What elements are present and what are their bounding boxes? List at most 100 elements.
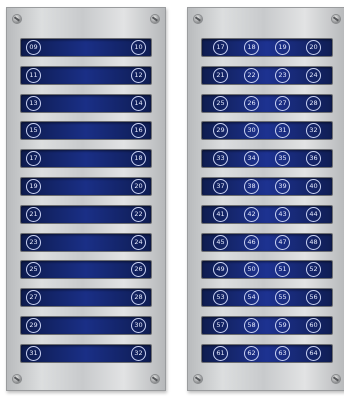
call-button[interactable]: 26 [131,262,146,278]
call-button[interactable]: 30 [244,123,259,139]
call-button[interactable]: 28 [306,95,321,111]
call-button[interactable]: 47 [275,234,290,250]
button-strip: 41 42 43 44 [201,204,333,224]
call-button[interactable]: 28 [131,290,146,306]
call-button[interactable]: 16 [131,123,146,139]
button-strip: 11 12 [20,65,152,85]
button-strip: 61 62 63 64 [201,343,333,363]
button-strip: 25 26 27 28 [201,93,333,113]
call-button[interactable]: 23 [275,67,290,83]
call-button[interactable]: 32 [131,345,146,361]
call-button[interactable]: 59 [275,317,290,333]
button-strip: 25 26 [20,260,152,280]
call-button[interactable]: 29 [213,123,228,139]
call-button[interactable]: 36 [306,151,321,167]
button-strip: 37 38 39 40 [201,176,333,196]
call-button[interactable]: 25 [26,262,41,278]
screw-icon [194,15,202,23]
call-button[interactable]: 43 [275,206,290,222]
call-button[interactable]: 26 [244,95,259,111]
call-button[interactable]: 21 [26,206,41,222]
call-button[interactable]: 34 [244,151,259,167]
call-button[interactable]: 30 [131,317,146,333]
call-button[interactable]: 49 [213,262,228,278]
button-strip: 09 10 [20,38,152,57]
button-strip: 53 54 55 56 [201,288,333,308]
call-button[interactable]: 46 [244,234,259,250]
call-button[interactable]: 64 [306,345,321,361]
call-button[interactable]: 54 [244,290,259,306]
call-button[interactable]: 52 [306,262,321,278]
button-rows-left: 09 10 11 12 13 14 15 16 17 18 19 20 21 22 23 24 25 26 27 28… [20,38,152,372]
call-button[interactable]: 18 [131,151,146,167]
call-button[interactable]: 55 [275,290,290,306]
button-strip: 49 50 51 52 [201,260,333,280]
call-button[interactable]: 14 [131,95,146,111]
call-button[interactable]: 63 [275,345,290,361]
call-button[interactable]: 09 [26,40,41,55]
call-button[interactable]: 29 [26,317,41,333]
call-button[interactable]: 31 [275,123,290,139]
call-button[interactable]: 18 [244,40,259,55]
screw-icon [194,375,202,383]
call-button[interactable]: 41 [213,206,228,222]
call-button[interactable]: 21 [213,67,228,83]
button-strip: 21 22 23 24 [201,65,333,85]
call-button[interactable]: 51 [275,262,290,278]
call-button[interactable]: 27 [275,95,290,111]
call-button[interactable]: 57 [213,317,228,333]
call-button[interactable]: 20 [306,40,321,55]
call-button[interactable]: 19 [275,40,290,55]
call-button[interactable]: 23 [26,234,41,250]
call-button[interactable]: 12 [131,67,146,83]
call-button[interactable]: 15 [26,123,41,139]
screw-icon [151,375,159,383]
button-strip: 17 18 19 20 [201,38,333,57]
call-button[interactable]: 22 [244,67,259,83]
call-button[interactable]: 45 [213,234,228,250]
button-strip: 45 46 47 48 [201,232,333,252]
call-button[interactable]: 53 [213,290,228,306]
screw-icon [13,375,21,383]
button-strip: 15 16 [20,121,152,141]
button-strip: 29 30 31 32 [201,121,333,141]
call-button[interactable]: 60 [306,317,321,333]
call-button[interactable]: 33 [213,151,228,167]
call-button[interactable]: 25 [213,95,228,111]
call-button[interactable]: 56 [306,290,321,306]
call-button[interactable]: 10 [131,40,146,55]
screw-icon [151,15,159,23]
call-button[interactable]: 39 [275,178,290,194]
call-button[interactable]: 48 [306,234,321,250]
call-button[interactable]: 42 [244,206,259,222]
button-rows-right: 17 18 19 20 21 22 23 24 25 26 27 28 29 30 31 32 33 34 35 36… [201,38,333,372]
call-button[interactable]: 24 [306,67,321,83]
button-strip: 23 24 [20,232,152,252]
button-strip: 31 32 [20,343,152,363]
call-button[interactable]: 61 [213,345,228,361]
call-button[interactable]: 24 [131,234,146,250]
call-button[interactable]: 58 [244,317,259,333]
call-button[interactable]: 37 [213,178,228,194]
call-button[interactable]: 32 [306,123,321,139]
screw-icon [13,15,21,23]
call-button[interactable]: 17 [213,40,228,55]
call-button[interactable]: 50 [244,262,259,278]
call-button[interactable]: 17 [26,151,41,167]
call-button[interactable]: 62 [244,345,259,361]
intercom-panel-left: 09 10 11 12 13 14 15 16 17 18 19 20 21 22 23 24 25 26 27 28… [6,7,166,391]
call-button[interactable]: 38 [244,178,259,194]
call-button[interactable]: 44 [306,206,321,222]
call-button[interactable]: 22 [131,206,146,222]
button-strip: 13 14 [20,93,152,113]
intercom-panel-right: 17 18 19 20 21 22 23 24 25 26 27 28 29 30 31 32 33 34 35 36… [187,7,344,391]
call-button[interactable]: 27 [26,290,41,306]
screw-icon [332,375,340,383]
call-button[interactable]: 31 [26,345,41,361]
call-button[interactable]: 40 [306,178,321,194]
call-button[interactable]: 11 [26,67,41,83]
call-button[interactable]: 35 [275,151,290,167]
call-button[interactable]: 19 [26,178,41,194]
call-button[interactable]: 13 [26,95,41,111]
call-button[interactable]: 20 [131,178,146,194]
